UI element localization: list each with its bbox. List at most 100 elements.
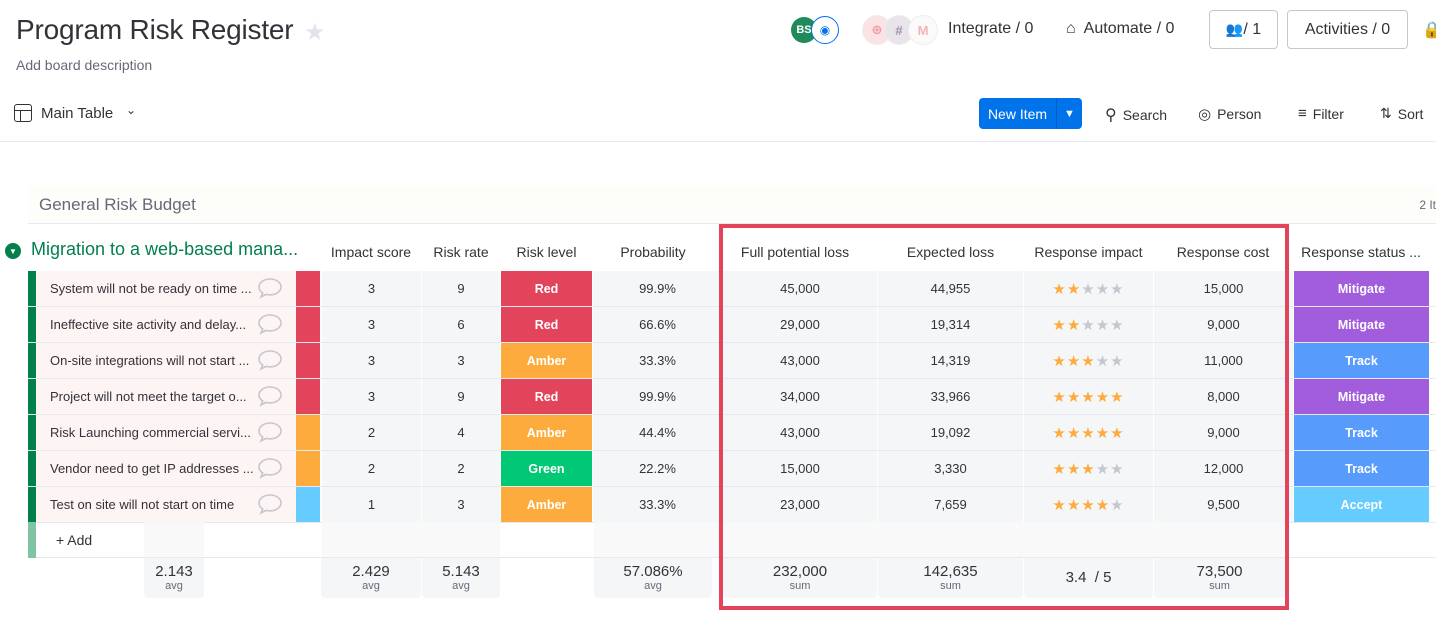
group-color-bar bbox=[28, 343, 36, 378]
impact-score-cell[interactable]: 2 bbox=[322, 415, 422, 450]
add-row-shade bbox=[144, 522, 204, 557]
probability-cell[interactable]: 33.3% bbox=[593, 487, 723, 522]
comment-bubble-icon[interactable] bbox=[257, 385, 283, 407]
comment-bubble-icon[interactable] bbox=[257, 349, 283, 371]
board-description[interactable]: Add board description bbox=[16, 57, 152, 73]
risk-rate-cell[interactable]: 6 bbox=[422, 307, 501, 342]
group-color-bar bbox=[28, 487, 36, 522]
risk-level-cell[interactable]: Red bbox=[501, 307, 593, 342]
new-item-button[interactable]: New Item ▼ bbox=[979, 98, 1082, 129]
impact-score-cell[interactable]: 2 bbox=[322, 451, 422, 486]
risk-rate-cell[interactable]: 9 bbox=[422, 379, 501, 414]
add-row-shade bbox=[322, 522, 500, 557]
automate-label: Automate / 0 bbox=[1083, 20, 1175, 37]
chevron-down-icon[interactable]: ▼ bbox=[1056, 98, 1082, 129]
add-item-label[interactable]: + Add bbox=[56, 532, 92, 548]
automate-button[interactable]: ⌂ Automate / 0 bbox=[1066, 20, 1174, 38]
viewer-eye-icon[interactable]: ◉ bbox=[811, 16, 839, 44]
column-header-risk-level[interactable]: Risk level bbox=[501, 244, 592, 260]
column-header-impact-score[interactable]: Impact score bbox=[322, 244, 420, 260]
probability-cell[interactable]: 99.9% bbox=[593, 271, 723, 306]
response-status-cell[interactable]: Mitigate bbox=[1294, 271, 1430, 306]
response-status-cell[interactable]: Mitigate bbox=[1294, 379, 1430, 414]
integrate-button[interactable]: Integrate / 0 bbox=[948, 20, 1033, 38]
risk-level-cell[interactable]: Amber bbox=[501, 487, 593, 522]
summary-risk-rate: 5.143 avg bbox=[422, 558, 500, 598]
risk-level-cell[interactable]: Green bbox=[501, 451, 593, 486]
risk-rate-cell[interactable]: 4 bbox=[422, 415, 501, 450]
filter-label: Filter bbox=[1312, 105, 1344, 122]
risk-level-cell[interactable]: Red bbox=[501, 271, 593, 306]
impact-score-cell[interactable]: 3 bbox=[322, 379, 422, 414]
probability-cell[interactable]: 66.6% bbox=[593, 307, 723, 342]
collapsed-group[interactable] bbox=[28, 186, 1436, 224]
risk-rate-cell[interactable]: 3 bbox=[422, 343, 501, 378]
board-title[interactable]: Program Risk Register bbox=[16, 14, 294, 46]
impact-score-cell[interactable]: 3 bbox=[322, 307, 422, 342]
group-color-bar bbox=[28, 415, 36, 450]
risk-rate-cell[interactable]: 3 bbox=[422, 487, 501, 522]
probability-cell[interactable]: 22.2% bbox=[593, 451, 723, 486]
impact-score-cell[interactable]: 3 bbox=[322, 343, 422, 378]
group-color-bar bbox=[28, 307, 36, 342]
summary-probability: 57.086% avg bbox=[594, 558, 712, 598]
comment-bubble-icon[interactable] bbox=[257, 277, 283, 299]
column-header-probability[interactable]: Probability bbox=[594, 244, 712, 260]
priority-color-cell[interactable] bbox=[296, 271, 320, 306]
priority-color-cell[interactable] bbox=[296, 343, 320, 378]
group-color-bar bbox=[28, 451, 36, 486]
people-icon: 👥 bbox=[1225, 21, 1244, 37]
priority-color-cell[interactable] bbox=[296, 451, 320, 486]
activities-button[interactable]: Activities / 0 bbox=[1287, 10, 1408, 49]
comment-bubble-icon[interactable] bbox=[257, 493, 283, 515]
column-header-risk-rate[interactable]: Risk rate bbox=[422, 244, 500, 260]
person-filter-button[interactable]: ◎ Person bbox=[1198, 105, 1261, 123]
priority-color-cell[interactable] bbox=[296, 307, 320, 342]
response-status-cell[interactable]: Accept bbox=[1294, 487, 1430, 522]
impact-score-cell[interactable]: 1 bbox=[322, 487, 422, 522]
filter-icon: ≡ bbox=[1298, 105, 1307, 122]
summary-value: 57.086% bbox=[623, 563, 683, 580]
response-status-cell[interactable]: Track bbox=[1294, 343, 1430, 378]
summary-unit: avg bbox=[165, 580, 183, 592]
members-button[interactable]: 👥 / 1 bbox=[1209, 10, 1278, 49]
filter-button[interactable]: ≡ Filter bbox=[1298, 105, 1344, 122]
person-icon: ◎ bbox=[1198, 106, 1212, 123]
gmail-icon[interactable]: M bbox=[908, 15, 938, 45]
response-status-cell[interactable]: Track bbox=[1294, 415, 1430, 450]
group-title[interactable]: Migration to a web-based mana... bbox=[31, 239, 298, 260]
group-color-bar bbox=[28, 379, 36, 414]
collapsed-group-title[interactable]: General Risk Budget bbox=[39, 195, 196, 215]
probability-cell[interactable]: 33.3% bbox=[593, 343, 723, 378]
column-header-response-status[interactable]: Response status ... bbox=[1294, 244, 1428, 260]
risk-level-cell[interactable]: Amber bbox=[501, 415, 593, 450]
priority-color-cell[interactable] bbox=[296, 415, 320, 450]
chevron-down-icon[interactable]: ⌄ bbox=[126, 103, 136, 117]
risk-rate-cell[interactable]: 2 bbox=[422, 451, 501, 486]
group-collapse-icon[interactable]: ▼ bbox=[5, 243, 21, 259]
risk-level-cell[interactable]: Amber bbox=[501, 343, 593, 378]
robot-icon: ⌂ bbox=[1066, 20, 1076, 37]
comment-bubble-icon[interactable] bbox=[257, 421, 283, 443]
favorite-star-icon[interactable]: ★ bbox=[304, 18, 326, 47]
sort-button[interactable]: ⇅ Sort bbox=[1380, 105, 1423, 122]
priority-color-cell[interactable] bbox=[296, 379, 320, 414]
view-selector[interactable]: Main Table bbox=[41, 105, 113, 122]
risk-level-cell[interactable]: Red bbox=[501, 379, 593, 414]
priority-color-cell[interactable] bbox=[296, 487, 320, 522]
impact-score-cell[interactable]: 3 bbox=[322, 271, 422, 306]
response-status-cell[interactable]: Track bbox=[1294, 451, 1430, 486]
risk-rate-cell[interactable]: 9 bbox=[422, 271, 501, 306]
comment-bubble-icon[interactable] bbox=[257, 313, 283, 335]
table-icon bbox=[14, 104, 32, 122]
probability-cell[interactable]: 44.4% bbox=[593, 415, 723, 450]
summary-value: 2.429 bbox=[352, 563, 390, 580]
sort-label: Sort bbox=[1397, 105, 1424, 122]
highlight-annotation-box bbox=[719, 224, 1289, 610]
probability-cell[interactable]: 99.9% bbox=[593, 379, 723, 414]
response-status-cell[interactable]: Mitigate bbox=[1294, 307, 1430, 342]
search-button[interactable]: ⚲ Search bbox=[1105, 105, 1167, 125]
new-item-label[interactable]: New Item bbox=[979, 98, 1056, 129]
comment-bubble-icon[interactable] bbox=[257, 457, 283, 479]
lock-icon[interactable]: 🔒 bbox=[1422, 20, 1436, 40]
